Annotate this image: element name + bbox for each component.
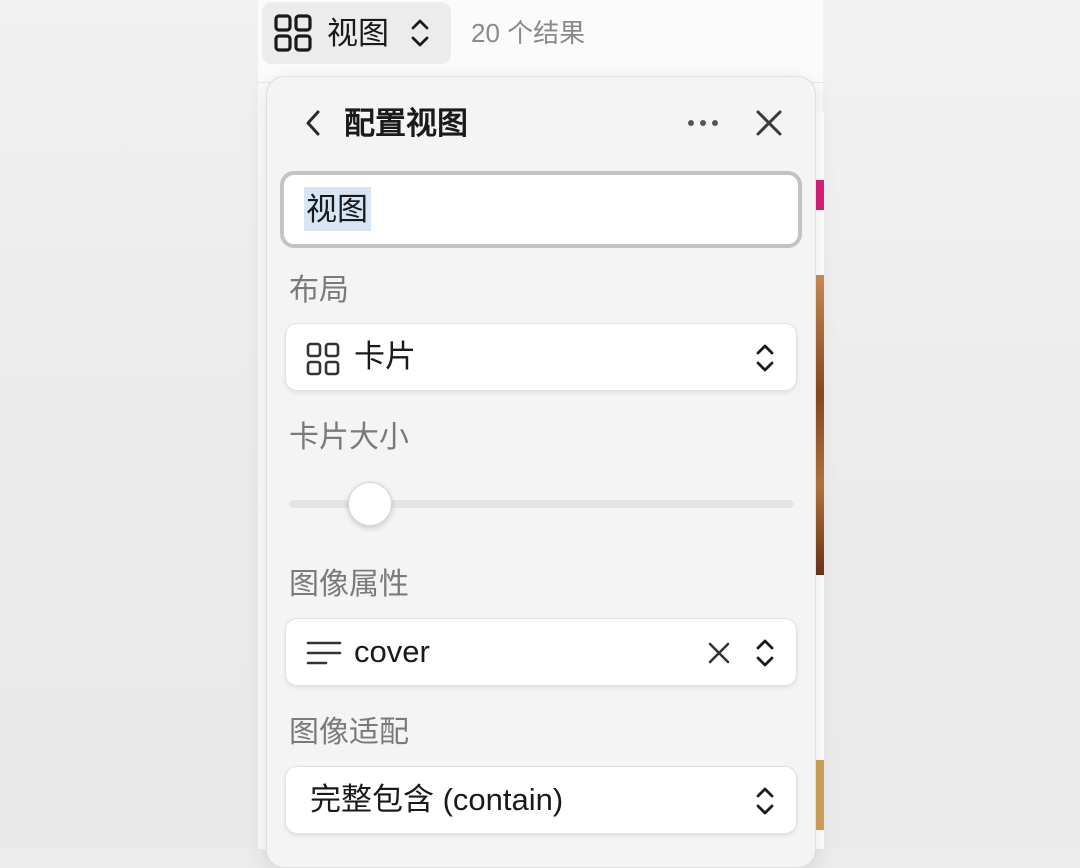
panel-title: 配置视图: [344, 106, 468, 141]
chevron-up-down-icon: [752, 341, 778, 380]
image-property-label: 图像属性: [289, 568, 409, 601]
layout-select[interactable]: 卡片: [285, 323, 797, 391]
background-left: [0, 0, 258, 849]
chevron-up-down-icon: [752, 636, 778, 675]
background-right: [823, 0, 1080, 849]
card-size-slider[interactable]: [289, 482, 794, 526]
grid-icon: [306, 342, 340, 381]
more-options-icon[interactable]: [684, 110, 724, 136]
close-icon[interactable]: [752, 106, 786, 140]
chevron-up-down-icon: [408, 17, 432, 54]
view-switcher-button[interactable]: 视图: [262, 2, 451, 64]
back-chevron-icon[interactable]: [300, 106, 328, 140]
card-size-label: 卡片大小: [289, 421, 409, 454]
text-lines-icon: [306, 639, 342, 674]
image-fit-label: 图像适配: [289, 716, 409, 749]
background-image-fragment: [815, 760, 824, 830]
image-property-select[interactable]: cover: [285, 618, 797, 686]
image-fit-value: 完整包含 (contain): [310, 782, 564, 817]
chevron-up-down-icon: [752, 784, 778, 823]
result-count: 20 个结果: [471, 18, 586, 48]
image-fit-select[interactable]: 完整包含 (contain): [285, 766, 797, 834]
view-name-input-value[interactable]: 视图: [306, 190, 368, 230]
layout-select-value: 卡片: [354, 339, 416, 374]
view-switcher-label: 视图: [327, 16, 389, 51]
image-property-value: cover: [354, 634, 430, 669]
grid-icon: [274, 14, 312, 57]
clear-icon[interactable]: [706, 640, 732, 671]
background-image-fragment: [815, 180, 824, 210]
slider-thumb[interactable]: [347, 482, 392, 526]
layout-label: 布局: [289, 274, 349, 307]
